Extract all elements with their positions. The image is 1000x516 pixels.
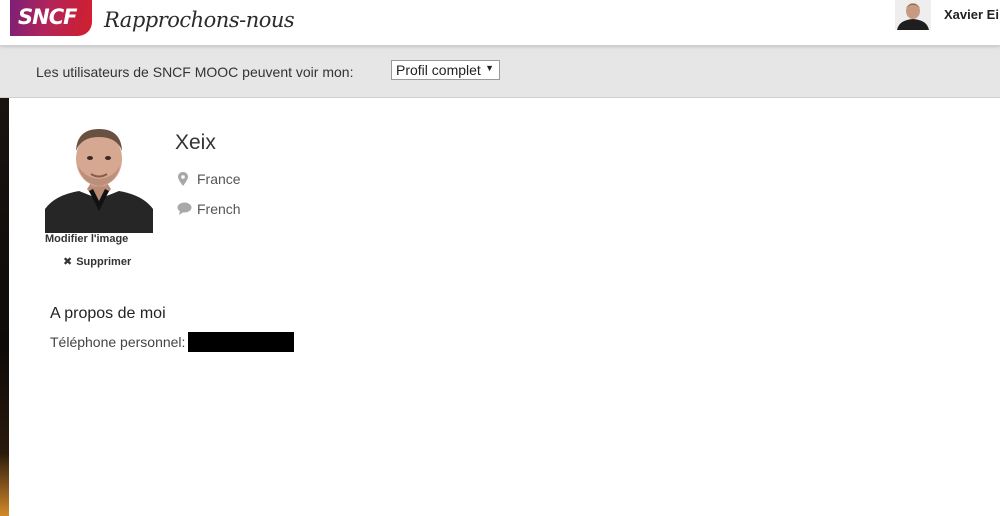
privacy-bar: Les utilisateurs de SNCF MOOC peuvent vo… <box>0 46 1000 98</box>
close-icon: ✖ <box>63 256 73 268</box>
profile-visibility-select[interactable]: Profil complet ▼ <box>391 60 500 80</box>
display-name: Xeix <box>175 131 216 154</box>
modify-image-link[interactable]: Modifier l'image <box>45 233 128 245</box>
profile-photo[interactable] <box>45 125 153 233</box>
tagline: Rapprochons-nous <box>104 8 295 32</box>
location-text: France <box>197 171 241 187</box>
phone-label: Téléphone personnel: <box>50 334 186 350</box>
sncf-logo[interactable]: SNCF <box>10 0 92 36</box>
language-row: French <box>177 201 241 218</box>
privacy-label: Les utilisateurs de SNCF MOOC peuvent vo… <box>36 64 354 80</box>
map-pin-icon <box>177 171 191 189</box>
phone-redacted <box>188 332 295 352</box>
location-row: France <box>177 171 241 189</box>
user-name[interactable]: Xavier Ei <box>944 7 999 22</box>
delete-image-button[interactable]: ✖ Supprimer <box>63 255 131 268</box>
language-text: French <box>197 201 241 217</box>
user-avatar[interactable] <box>895 0 931 30</box>
speech-bubble-icon <box>177 202 192 218</box>
delete-image-label: Supprimer <box>76 256 132 268</box>
logo-text: SNCF <box>18 5 77 29</box>
chevron-down-icon: ▼ <box>485 63 494 73</box>
background-strip <box>0 97 9 516</box>
phone-row: Téléphone personnel: <box>50 332 295 352</box>
top-header: SNCF Rapprochons-nous Xavier Ei <box>0 0 1000 46</box>
profile-visibility-value: Profil complet <box>396 62 481 78</box>
about-title: A propos de moi <box>50 305 166 322</box>
